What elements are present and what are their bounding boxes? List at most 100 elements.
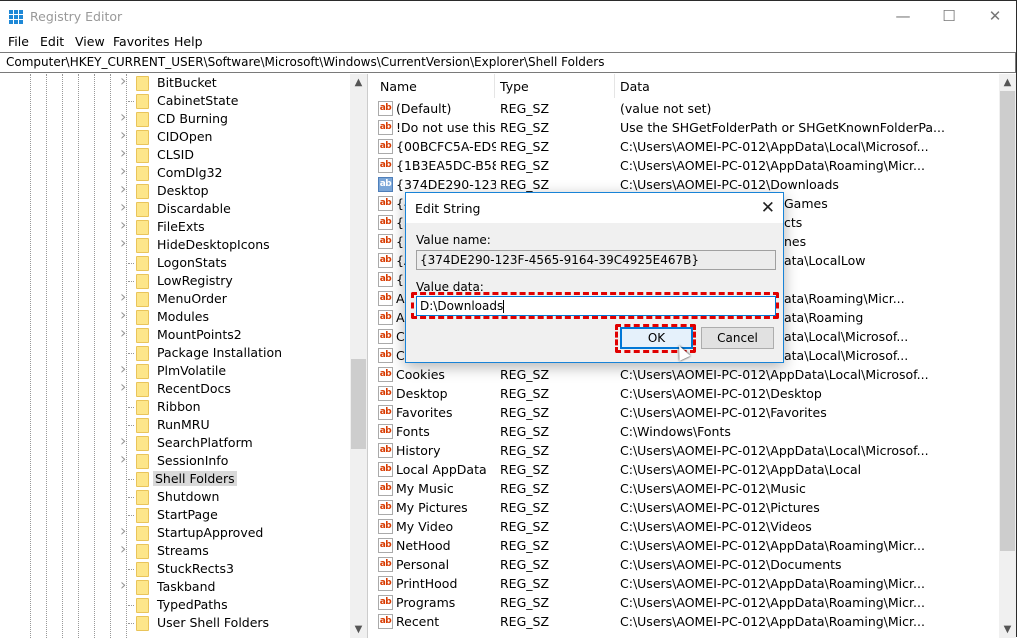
table-row[interactable]: ab Programs REG_SZ C:\Users\AOMEI-PC-012\Ap… — [373, 593, 999, 612]
chevron-right-icon[interactable]: › — [120, 539, 126, 558]
table-row[interactable]: ab!Do not use this ... REG_SZ Use the SHGe… — [373, 118, 999, 137]
tree-item[interactable]: › Discardable — [0, 197, 350, 218]
tree-item[interactable]: › MenuOrder — [0, 287, 350, 308]
tree-item[interactable]: Ribbon — [0, 398, 350, 416]
tree-item[interactable]: › Streams — [0, 539, 350, 560]
value-data: C:\Users\AOMEI-PC-012\Documents — [620, 557, 842, 572]
close-button[interactable]: ✕ — [972, 1, 1018, 33]
menu-edit[interactable]: Edit — [40, 34, 64, 49]
table-row[interactable]: ab My Pictures REG_SZ C:\Users\AOMEI-PC-012… — [373, 498, 999, 517]
column-name[interactable]: Name — [380, 79, 417, 94]
list-header: Name Type Data — [373, 74, 999, 98]
table-row[interactable]: ab Desktop REG_SZ C:\Users\AOMEI-PC-012\Des… — [373, 384, 999, 403]
scroll-up-icon[interactable]: ▲ — [350, 74, 367, 91]
tree-item[interactable]: › Desktop — [0, 179, 350, 200]
menu-view[interactable]: View — [75, 34, 105, 49]
tree-item[interactable]: › ComDlg32 — [0, 161, 350, 182]
tree-item[interactable]: › SessionInfo — [0, 449, 350, 470]
chevron-right-icon[interactable]: › — [120, 125, 126, 144]
chevron-right-icon[interactable]: › — [120, 449, 126, 468]
menu-file[interactable]: File — [8, 34, 29, 49]
tree-item[interactable]: Package Installation — [0, 344, 350, 362]
tree-item[interactable]: › Taskband — [0, 575, 350, 596]
chevron-right-icon[interactable]: › — [120, 179, 126, 198]
table-row[interactable]: ab (Default) REG_SZ (value not set) — [373, 99, 999, 118]
tree-item[interactable]: Shell Folders — [0, 470, 350, 488]
scroll-down-icon[interactable]: ▼ — [350, 621, 367, 638]
folder-icon — [136, 580, 149, 595]
scroll-up-icon[interactable]: ▲ — [999, 74, 1016, 91]
chevron-right-icon[interactable]: › — [120, 233, 126, 252]
chevron-right-icon[interactable]: › — [120, 161, 126, 180]
maximize-button[interactable]: ☐ — [926, 1, 972, 33]
value-data: Use the SHGetFolderPath or SHGetKnownFol… — [620, 120, 945, 135]
tree-item[interactable]: User Shell Folders — [0, 614, 350, 632]
cancel-button[interactable]: Cancel — [701, 327, 774, 349]
column-type[interactable]: Type — [500, 79, 529, 94]
table-row[interactable]: ab Favorites REG_SZ C:\Users\AOMEI-PC-012\F… — [373, 403, 999, 422]
tree-item[interactable]: Shutdown — [0, 488, 350, 506]
tree-item-label: TypedPaths — [157, 597, 228, 612]
tree-item[interactable]: › StartupApproved — [0, 521, 350, 542]
chevron-right-icon[interactable]: › — [120, 359, 126, 378]
scroll-down-icon[interactable]: ▼ — [999, 621, 1016, 638]
tree-item[interactable]: › SearchPlatform — [0, 431, 350, 452]
chevron-right-icon[interactable]: › — [120, 143, 126, 162]
chevron-right-icon[interactable]: › — [120, 197, 126, 216]
tree-item[interactable]: LogonStats — [0, 254, 350, 272]
tree-item[interactable]: StuckRects3 — [0, 560, 350, 578]
chevron-right-icon[interactable]: › — [120, 377, 126, 396]
tree-item[interactable]: › HideDesktopIcons — [0, 233, 350, 254]
address-bar[interactable]: Computer\HKEY_CURRENT_USER\Software\Micr… — [0, 52, 1016, 73]
minimize-button[interactable]: — — [880, 1, 926, 33]
table-row[interactable]: ab Personal REG_SZ C:\Users\AOMEI-PC-012\Do… — [373, 555, 999, 574]
tree-item[interactable]: CabinetState — [0, 92, 350, 110]
column-data[interactable]: Data — [620, 79, 650, 94]
chevron-right-icon[interactable]: › — [120, 521, 126, 540]
tree-scrollbar-thumb[interactable] — [351, 359, 366, 449]
chevron-right-icon[interactable]: › — [120, 323, 126, 342]
table-row[interactable]: ab Local AppData REG_SZ C:\Users\AOMEI-PC-0… — [373, 460, 999, 479]
tree-item[interactable]: › CIDOpen — [0, 125, 350, 146]
chevron-right-icon[interactable]: › — [120, 287, 126, 306]
tree-item[interactable]: TypedPaths — [0, 596, 350, 614]
table-row[interactable]: ab Cookies REG_SZ C:\Users\AOMEI-PC-012\App… — [373, 365, 999, 384]
table-row[interactable]: ab PrintHood REG_SZ C:\Users\AOMEI-PC-012\A… — [373, 574, 999, 593]
table-row[interactable]: ab My Video REG_SZ C:\Users\AOMEI-PC-012\Vi… — [373, 517, 999, 536]
chevron-right-icon[interactable]: › — [120, 107, 126, 126]
tree-item[interactable]: RunMRU — [0, 416, 350, 434]
table-row[interactable]: ab NetHood REG_SZ C:\Users\AOMEI-PC-012\App… — [373, 536, 999, 555]
tree-item[interactable]: › Modules — [0, 305, 350, 326]
tree-scrollbar[interactable]: ▲ ▼ — [350, 74, 367, 638]
tree-item[interactable]: › PlmVolatile — [0, 359, 350, 380]
tree-item[interactable]: › FileExts — [0, 215, 350, 236]
table-row[interactable]: ab Recent REG_SZ C:\Users\AOMEI-PC-012\AppD… — [373, 612, 999, 631]
tree-item[interactable]: StartPage — [0, 506, 350, 524]
table-row[interactable]: ab{00BCFC5A-ED9... REG_SZ C:\Users\AOMEI-P… — [373, 137, 999, 156]
list-scrollbar[interactable]: ▲ ▼ — [999, 74, 1016, 638]
tree-item[interactable]: › BitBucket — [0, 74, 350, 92]
tree-item[interactable]: LowRegistry — [0, 272, 350, 290]
list-scrollbar-thumb[interactable] — [1000, 91, 1015, 551]
column-divider[interactable] — [494, 74, 495, 98]
tree-item[interactable]: › CD Burning — [0, 107, 350, 128]
table-row[interactable]: ab My Music REG_SZ C:\Users\AOMEI-PC-012\Mu… — [373, 479, 999, 498]
dialog-close-icon[interactable]: ✕ — [761, 198, 775, 218]
column-divider[interactable] — [614, 74, 615, 98]
table-row[interactable]: ab History REG_SZ C:\Users\AOMEI-PC-012\App… — [373, 441, 999, 460]
value-name-field[interactable]: {374DE290-123F-4565-9164-39C4925E467B} — [416, 250, 776, 270]
chevron-right-icon[interactable]: › — [120, 575, 126, 594]
chevron-right-icon[interactable]: › — [120, 215, 126, 234]
menu-favorites[interactable]: Favorites — [113, 34, 169, 49]
tree-item[interactable]: › CLSID — [0, 143, 350, 164]
tree-item[interactable]: › MountPoints2 — [0, 323, 350, 344]
table-row[interactable]: ab{1B3EA5DC-B58... REG_SZ C:\Users\AOMEI-P… — [373, 156, 999, 175]
chevron-right-icon[interactable]: › — [120, 305, 126, 324]
tree-item[interactable]: › RecentDocs — [0, 377, 350, 398]
folder-icon — [136, 454, 149, 469]
table-row[interactable]: ab Fonts REG_SZ C:\Windows\Fonts — [373, 422, 999, 441]
folder-icon — [136, 418, 149, 433]
menu-help[interactable]: Help — [174, 34, 203, 49]
chevron-right-icon[interactable]: › — [120, 74, 126, 90]
chevron-right-icon[interactable]: › — [120, 431, 126, 450]
